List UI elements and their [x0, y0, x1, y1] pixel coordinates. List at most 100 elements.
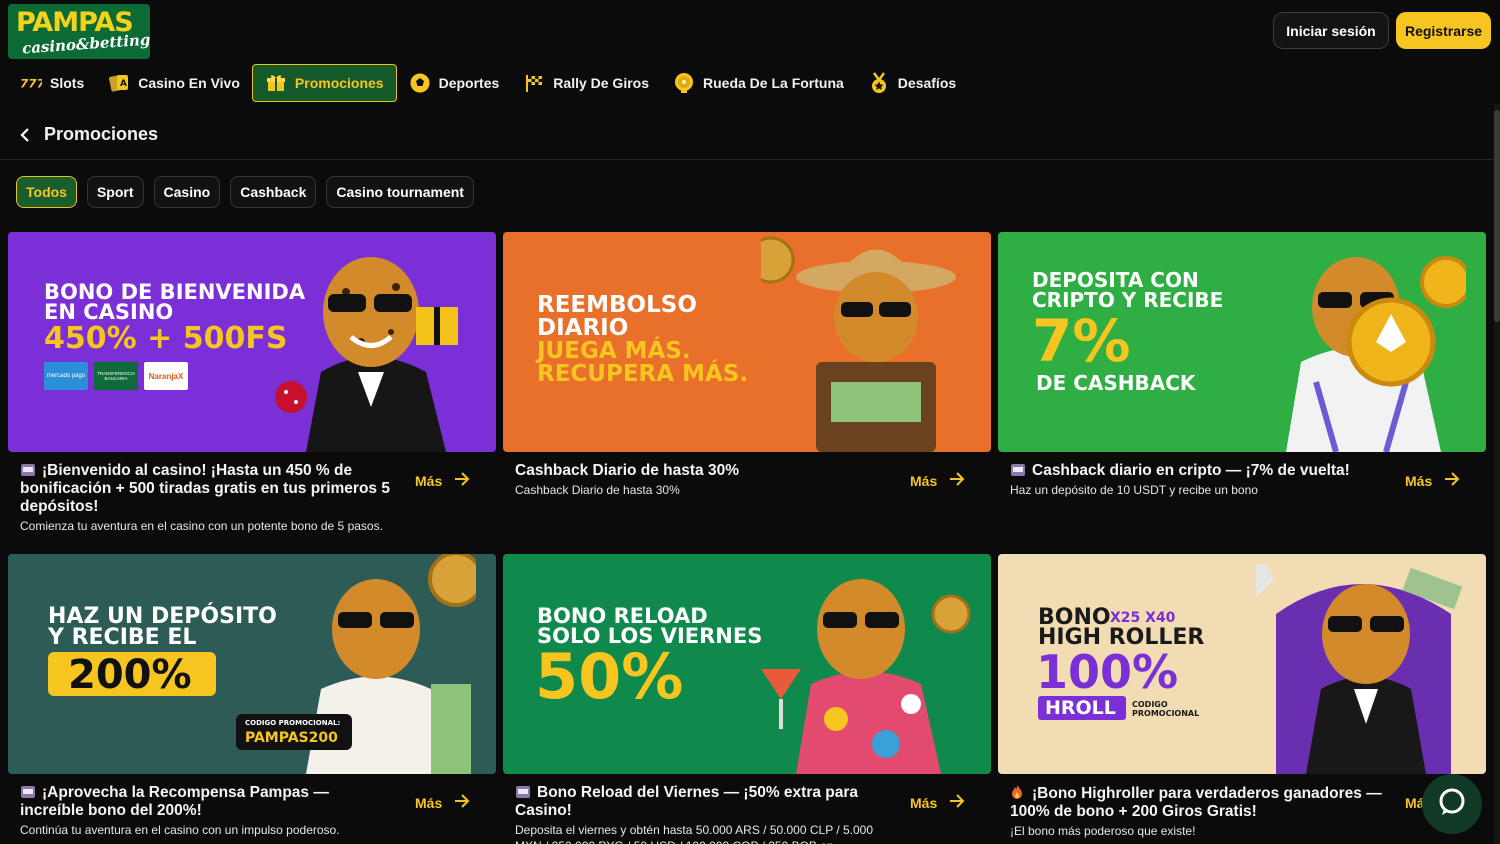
gift-icon: [265, 72, 287, 94]
nav-label: Promociones: [294, 75, 384, 91]
filter-chip-cashback[interactable]: Cashback: [230, 176, 317, 208]
banner-multiplier: X25 X40: [1110, 610, 1176, 626]
checkered-flag-icon: [523, 72, 545, 94]
soccer-ball-icon: [409, 72, 431, 94]
more-link[interactable]: Más: [415, 794, 470, 811]
promo-description: ¡El bono más poderoso que existe!: [1010, 824, 1196, 838]
promo-banner[interactable]: BONO X25 X40 HIGH ROLLER 100% HROLL CODI…: [998, 554, 1486, 774]
jaguar-mascot-image: [761, 579, 971, 774]
banner-headline: EN CASINO: [44, 300, 174, 324]
more-link[interactable]: Más: [1405, 472, 1460, 489]
promo-banner[interactable]: BONO DE BIENVENIDA EN CASINO 450% + 500F…: [8, 232, 496, 452]
promo-card[interactable]: HAZ UN DEPÓSITO Y RECIBE EL 200% CODIGO …: [8, 554, 496, 844]
slot-machine-icon: [515, 785, 531, 799]
promo-card[interactable]: REEMBOLSO DIARIO JUEGA MÁS. RECUPERA MÁS…: [503, 232, 991, 542]
brand-logo[interactable]: PAMPAS casino&betting: [8, 4, 150, 59]
banner-subheadline: JUEGA MÁS.: [537, 338, 691, 364]
banner-headline: DEPOSITA CON: [1032, 268, 1199, 292]
nav-item-casino-en-vivo[interactable]: A Casino En Vivo: [96, 64, 252, 102]
promo-title: Cashback Diario de hasta 30%: [515, 462, 739, 479]
promo-banner[interactable]: HAZ UN DEPÓSITO Y RECIBE EL 200% CODIGO …: [8, 554, 496, 774]
arrow-right-icon: [454, 794, 470, 811]
promo-title: Cashback diario en cripto — ¡7% de vuelt…: [1010, 462, 1385, 480]
promo-code: PAMPAS200: [245, 730, 338, 746]
promo-info: Bono Reload del Viernes — ¡50% extra par…: [515, 784, 890, 844]
banner-headline: DIARIO: [537, 315, 629, 341]
nav-item-rueda-de-la-fortuna[interactable]: Rueda De La Fortuna: [661, 64, 856, 102]
scrollbar-thumb[interactable]: [1494, 110, 1500, 322]
login-button[interactable]: Iniciar sesión: [1273, 12, 1389, 49]
header: PAMPAS casino&betting Iniciar sesión Reg…: [0, 0, 1500, 104]
payment-badge-naranjax: NaranjaX: [144, 362, 188, 390]
promo-code-box: HROLL: [1038, 696, 1126, 720]
page-title: Promociones: [44, 124, 159, 144]
promo-banner[interactable]: DEPOSITA CON CRIPTO Y RECIBE 7% DE CASHB…: [998, 232, 1486, 452]
promo-code-box: CODIGO PROMOCIONAL: PAMPAS200: [236, 714, 352, 750]
main-nav: 777 Slots A Casino En Vivo Promociones D…: [8, 64, 968, 102]
promo-code-label: CODIGO PROMOCIONAL:: [245, 719, 341, 727]
nav-item-promociones[interactable]: Promociones: [251, 64, 397, 102]
arrow-right-icon: [949, 794, 965, 811]
svg-text:A: A: [120, 79, 127, 89]
promo-description: Deposita el viernes y obtén hasta 50.000…: [515, 823, 874, 844]
live-chat-button[interactable]: [1422, 774, 1482, 834]
promo-info: ¡Aprovecha la Recompensa Pampas — increí…: [20, 784, 395, 838]
promo-code: HROLL: [1045, 697, 1116, 719]
promo-description: Cashback Diario de hasta 30%: [515, 483, 680, 497]
promo-card[interactable]: BONO X25 X40 HIGH ROLLER 100% HROLL CODI…: [998, 554, 1486, 844]
promo-description: Continúa tu aventura en el casino con un…: [20, 823, 340, 837]
register-button[interactable]: Registrarse: [1396, 12, 1491, 49]
promo-info: ¡Bienvenido al casino! ¡Hasta un 450 % d…: [20, 462, 395, 534]
nav-item-deportes[interactable]: Deportes: [397, 64, 512, 102]
more-link[interactable]: Más: [910, 472, 965, 489]
page-header: Promociones: [0, 110, 1494, 160]
more-link[interactable]: Más: [415, 472, 470, 489]
nav-item-rally-de-giros[interactable]: Rally De Giros: [511, 64, 661, 102]
more-link[interactable]: Más: [910, 794, 965, 811]
promo-card[interactable]: DEPOSITA CON CRIPTO Y RECIBE 7% DE CASHB…: [998, 232, 1486, 542]
banner-bonus-amount: 100%: [1036, 645, 1179, 699]
payment-badges: mercado pago TRANSFERENCIA BANCARIA Nara…: [44, 362, 188, 390]
nav-label: Casino En Vivo: [138, 75, 240, 91]
slot-777-icon: 777: [20, 72, 42, 94]
filter-chip-todos[interactable]: Todos: [16, 176, 77, 208]
filter-chip-sport[interactable]: Sport: [86, 176, 144, 208]
promo-title: ¡Bono Highroller para verdaderos ganador…: [1010, 784, 1382, 820]
filter-chip-casino-tournament[interactable]: Casino tournament: [326, 176, 474, 208]
fire-icon: [1010, 784, 1026, 799]
jaguar-mascot-image: [1256, 564, 1463, 774]
promo-info: Cashback diario en cripto — ¡7% de vuelt…: [1010, 462, 1385, 498]
slot-machine-icon: [1010, 463, 1026, 477]
promo-info: Cashback Diario de hasta 30% Cashback Di…: [515, 462, 890, 498]
slot-machine-icon: [20, 463, 36, 477]
arrow-right-icon: [454, 472, 470, 489]
jaguar-mascot-image: [1286, 256, 1466, 452]
svg-text:777: 777: [20, 77, 42, 90]
payment-badge-transferencia: TRANSFERENCIA BANCARIA: [94, 362, 138, 390]
promo-description: Comienza tu aventura en el casino con un…: [20, 519, 383, 533]
nav-item-slots[interactable]: 777 Slots: [8, 64, 96, 102]
nav-label: Deportes: [438, 75, 500, 91]
filter-chips: Todos Sport Casino Cashback Casino tourn…: [16, 176, 474, 208]
chevron-left-icon[interactable]: [18, 127, 32, 143]
nav-label: Rueda De La Fortuna: [703, 75, 844, 91]
promo-card[interactable]: BONO RELOAD SOLO LOS VIERNES 50% Bono Re…: [503, 554, 991, 844]
nav-item-desafios[interactable]: Desafíos: [856, 64, 968, 102]
promo-code-label: CODIGO PROMOCIONAL: [1132, 700, 1200, 718]
banner-bonus-amount: 450% + 500FS: [44, 321, 288, 356]
promo-description: Haz un depósito de 10 USDT y recibe un b…: [1010, 483, 1258, 497]
medal-icon: [868, 72, 890, 94]
banner-bonus-amount: 50%: [535, 640, 684, 713]
promo-banner[interactable]: BONO RELOAD SOLO LOS VIERNES 50%: [503, 554, 991, 774]
banner-bonus-amount: 200%: [68, 652, 192, 698]
filter-chip-casino[interactable]: Casino: [153, 176, 221, 208]
banner-headline: REEMBOLSO: [537, 292, 697, 318]
slot-machine-icon: [20, 785, 36, 799]
arrow-right-icon: [1444, 472, 1460, 489]
promo-title: ¡Aprovecha la Recompensa Pampas — increí…: [20, 784, 329, 819]
fortune-wheel-icon: [673, 72, 695, 94]
promo-title: Bono Reload del Viernes — ¡50% extra par…: [515, 784, 859, 819]
banner-headline: Y RECIBE EL: [48, 625, 197, 650]
promo-card[interactable]: BONO DE BIENVENIDA EN CASINO 450% + 500F…: [8, 232, 496, 542]
promo-banner[interactable]: REEMBOLSO DIARIO JUEGA MÁS. RECUPERA MÁS…: [503, 232, 991, 452]
